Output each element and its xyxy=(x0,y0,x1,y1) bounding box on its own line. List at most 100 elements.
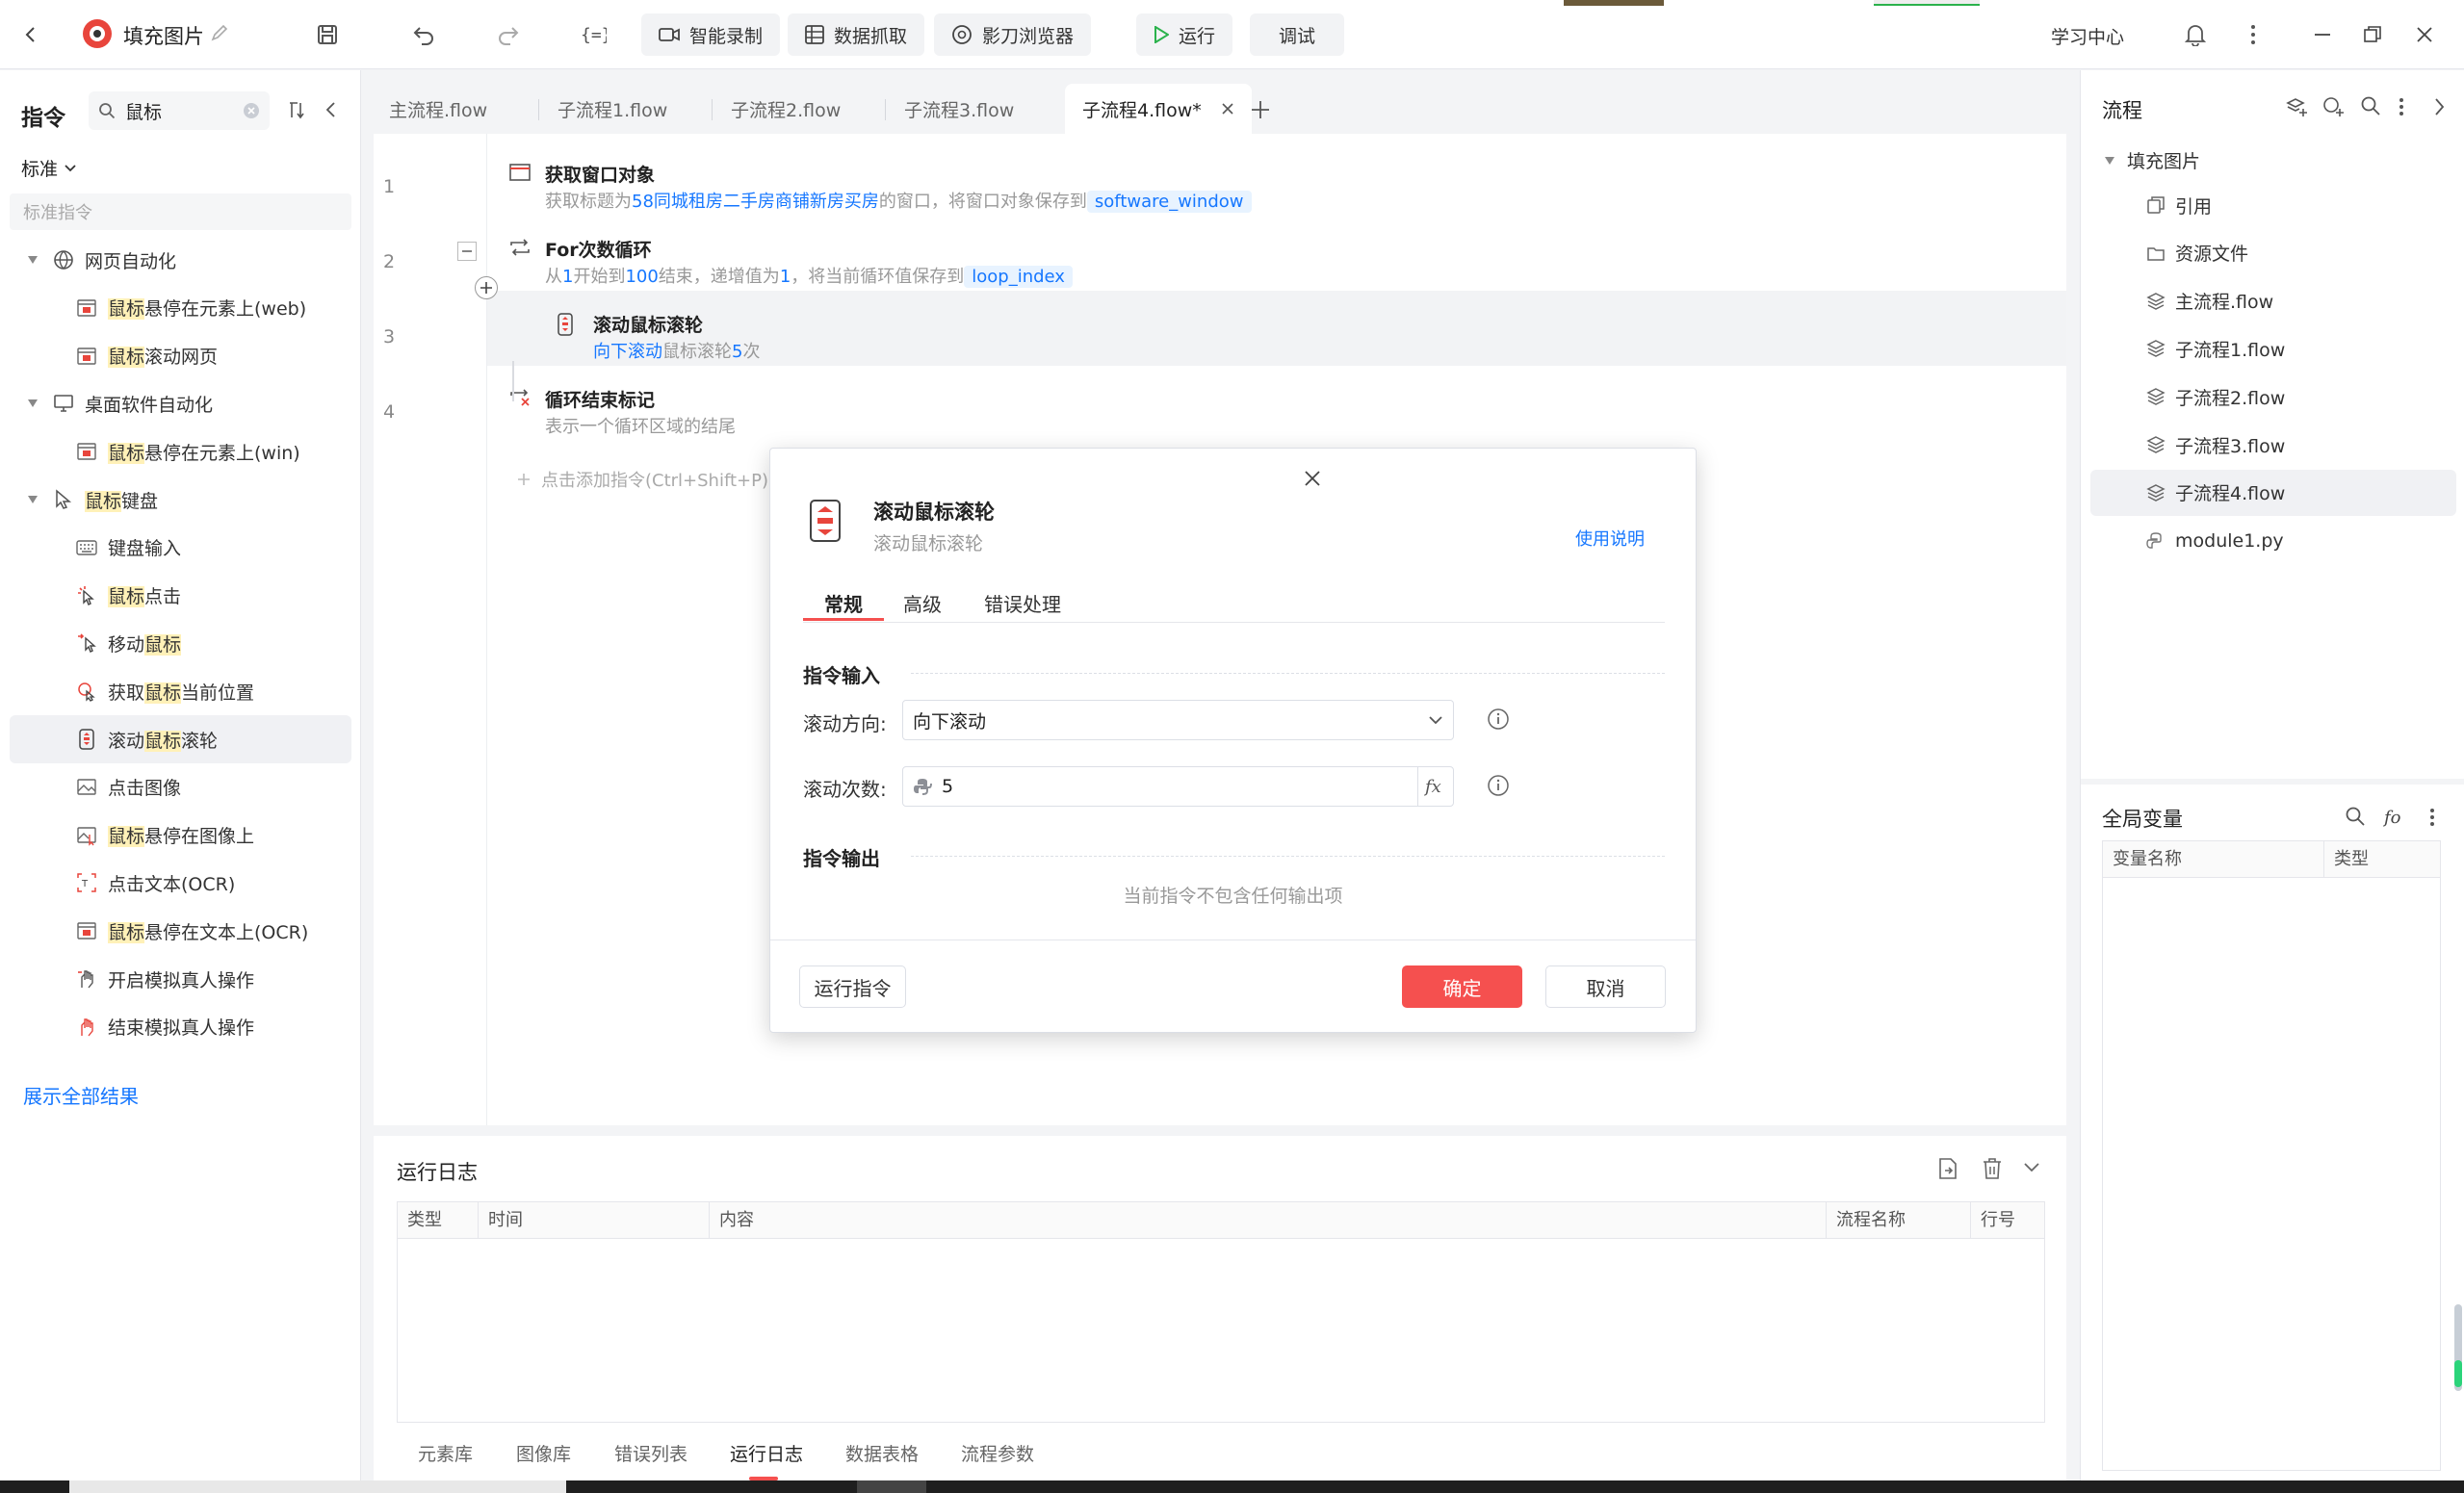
bottom-tab[interactable]: 错误列表 xyxy=(614,1440,687,1466)
command-item[interactable]: 鼠标悬停在图像上 xyxy=(0,811,361,860)
add-module-icon[interactable] xyxy=(2321,95,2345,118)
command-item[interactable]: 开启模拟真人操作 xyxy=(0,955,361,1003)
redo-icon[interactable] xyxy=(491,17,526,52)
expression-fx-icon[interactable]: fx xyxy=(1417,767,1453,806)
minimize-icon[interactable] xyxy=(2305,17,2340,52)
command-item[interactable]: 获取鼠标当前位置 xyxy=(0,667,361,715)
command-item[interactable]: 鼠标悬停在元素上(web) xyxy=(0,284,361,332)
caret-down-icon[interactable] xyxy=(27,399,39,408)
window-close-icon[interactable] xyxy=(2407,17,2442,52)
clear-search-icon[interactable] xyxy=(243,102,260,119)
mouse-move-icon xyxy=(75,631,98,655)
bottom-tab[interactable]: 数据表格 xyxy=(845,1440,919,1466)
flow-root-node[interactable]: 填充图片 xyxy=(2104,147,2200,173)
bell-icon[interactable] xyxy=(2178,17,2213,52)
search-icon[interactable] xyxy=(2345,806,2366,827)
more-vertical-icon[interactable] xyxy=(2429,808,2435,827)
command-item[interactable]: 鼠标悬停在文本上(OCR) xyxy=(0,907,361,955)
count-input[interactable]: 5 xyxy=(902,766,1454,807)
ok-button[interactable]: 确定 xyxy=(1402,965,1522,1008)
tree-group[interactable]: 鼠标键盘 xyxy=(0,476,361,524)
step-title[interactable]: 滚动鼠标滚轮 xyxy=(593,311,703,337)
flow-tree-item[interactable]: 子流程1.flow xyxy=(2090,325,2456,372)
insert-step-icon[interactable] xyxy=(475,276,498,299)
file-tab[interactable]: 子流程2.flow xyxy=(713,84,858,134)
restore-icon[interactable] xyxy=(2355,17,2390,52)
bottom-tab[interactable]: 运行日志 xyxy=(730,1440,803,1466)
command-item[interactable]: T 点击文本(OCR) xyxy=(0,859,361,907)
step-title[interactable]: 循环结束标记 xyxy=(545,386,655,412)
learning-center-link[interactable]: 学习中心 xyxy=(2051,23,2124,49)
file-tab[interactable]: 子流程1.flow xyxy=(540,84,685,134)
command-item[interactable]: 滚动鼠标滚轮 xyxy=(10,715,351,763)
command-item[interactable]: 鼠标滚动网页 xyxy=(0,332,361,380)
flow-panel-title: 流程 xyxy=(2102,99,2142,122)
command-item[interactable]: 点击图像 xyxy=(0,763,361,811)
flow-tree-item[interactable]: 子流程3.flow xyxy=(2090,422,2456,468)
command-item[interactable]: 移动鼠标 xyxy=(0,619,361,667)
browser-button[interactable]: 影刀浏览器 xyxy=(934,13,1092,56)
flow-tree-item[interactable]: 子流程2.flow xyxy=(2090,373,2456,420)
function-icon[interactable]: fo xyxy=(2383,806,2408,829)
tab-general[interactable]: 常规 xyxy=(824,589,863,617)
flow-tree-item[interactable]: 主流程.flow xyxy=(2090,278,2456,324)
info-icon[interactable] xyxy=(1487,708,1510,731)
bottom-tab[interactable]: 流程参数 xyxy=(961,1440,1034,1466)
flow-tree-item[interactable]: module1.py xyxy=(2090,518,2456,564)
add-command-hint[interactable]: 点击添加指令(Ctrl+Shift+P) xyxy=(516,467,768,492)
export-log-icon[interactable] xyxy=(1937,1157,1958,1180)
tab-close-icon[interactable] xyxy=(1221,102,1234,116)
undo-icon[interactable] xyxy=(406,17,441,52)
collapse-log-icon[interactable] xyxy=(2022,1161,2041,1174)
tree-group[interactable]: 网页自动化 xyxy=(0,236,361,284)
trash-icon[interactable] xyxy=(1982,1157,2003,1180)
step-title[interactable]: For次数循环 xyxy=(545,236,652,262)
cancel-button[interactable]: 取消 xyxy=(1545,965,1666,1008)
smart-record-button[interactable]: 智能录制 xyxy=(641,13,781,56)
edit-pencil-icon[interactable] xyxy=(210,23,229,42)
collapse-right-panel-icon[interactable] xyxy=(2433,97,2447,116)
variable-braces-icon[interactable]: {=} xyxy=(576,17,610,52)
standard-filter-dropdown[interactable]: 标准 xyxy=(21,155,77,181)
flow-tree-item[interactable]: 引用 xyxy=(2090,182,2456,228)
collapse-loop-icon[interactable] xyxy=(457,242,477,261)
add-tab-icon[interactable] xyxy=(1250,99,1271,120)
add-flow-icon[interactable] xyxy=(2285,95,2308,118)
more-vertical-icon[interactable] xyxy=(2399,97,2404,116)
data-capture-button[interactable]: 数据抓取 xyxy=(788,13,925,56)
command-item[interactable]: 鼠标点击 xyxy=(0,572,361,620)
info-icon[interactable] xyxy=(1487,774,1510,797)
close-icon[interactable] xyxy=(1302,468,1323,489)
file-tab[interactable]: 子流程3.flow xyxy=(887,84,1031,134)
tree-group[interactable]: 桌面软件自动化 xyxy=(0,379,361,427)
more-vertical-icon[interactable] xyxy=(2236,17,2270,52)
command-search-input[interactable]: 鼠标 xyxy=(89,91,270,130)
command-item[interactable]: 键盘输入 xyxy=(0,524,361,572)
caret-down-icon xyxy=(2104,156,2115,166)
bottom-tab[interactable]: 图像库 xyxy=(516,1440,571,1466)
caret-down-icon[interactable] xyxy=(27,255,39,265)
chevron-down-icon xyxy=(1428,714,1443,726)
debug-button[interactable]: 调试 xyxy=(1250,13,1345,56)
step-title[interactable]: 获取窗口对象 xyxy=(545,161,655,187)
bottom-tab[interactable]: 元素库 xyxy=(418,1440,473,1466)
run-command-button[interactable]: 运行指令 xyxy=(799,965,906,1008)
tab-advanced[interactable]: 高级 xyxy=(903,589,942,617)
tab-error-handling[interactable]: 错误处理 xyxy=(984,589,1061,617)
file-tab[interactable]: 子流程4.flow* xyxy=(1065,84,1252,134)
show-all-results-link[interactable]: 展示全部结果 xyxy=(23,1081,139,1109)
help-link[interactable]: 使用说明 xyxy=(1575,526,1645,551)
sort-icon[interactable] xyxy=(287,99,308,120)
collapse-panel-icon[interactable] xyxy=(324,101,337,118)
back-arrow-icon[interactable] xyxy=(13,17,48,52)
flow-tree-item[interactable]: 资源文件 xyxy=(2090,230,2456,276)
direction-select[interactable]: 向下滚动 xyxy=(902,700,1454,740)
command-item[interactable]: 结束模拟真人操作 xyxy=(0,1003,361,1051)
search-icon[interactable] xyxy=(2360,95,2381,116)
command-item[interactable]: 鼠标悬停在元素上(win) xyxy=(0,427,361,476)
caret-down-icon[interactable] xyxy=(27,495,39,504)
flow-tree-item[interactable]: 子流程4.flow xyxy=(2090,469,2456,516)
run-button[interactable]: 运行 xyxy=(1136,13,1233,56)
file-tab[interactable]: 主流程.flow xyxy=(372,84,505,134)
save-icon[interactable] xyxy=(310,17,345,52)
